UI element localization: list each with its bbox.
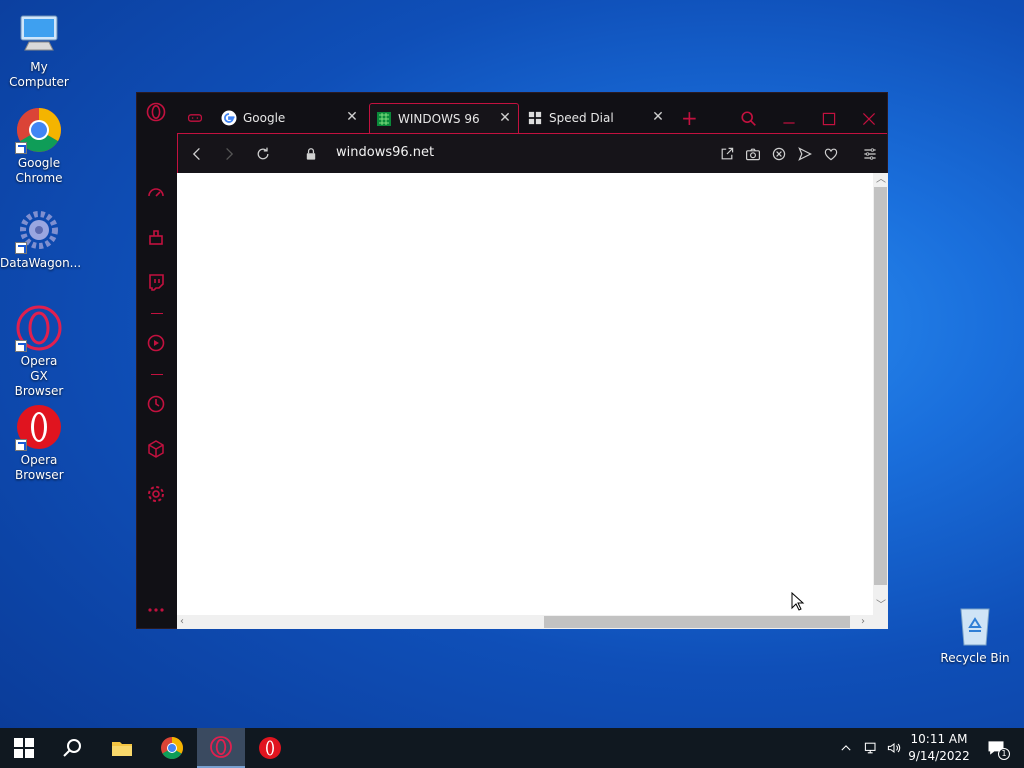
desktop-icon-label: Google Chrome	[15, 156, 63, 185]
tab-speed-dial[interactable]: Speed Dial ✕	[521, 103, 671, 133]
clock-date: 9/14/2022	[908, 749, 970, 763]
chrome-icon	[15, 106, 63, 154]
notification-count-badge: 1	[998, 748, 1010, 760]
tab-windows-96[interactable]: WINDOWS 96 ✕	[369, 103, 519, 133]
gx-corner-tab-icon[interactable]	[181, 103, 211, 133]
taskbar-opera-gx-icon[interactable]	[197, 728, 245, 768]
opera-icon	[15, 403, 63, 451]
horizontal-scrollbar[interactable]: ‹ ›	[177, 615, 888, 629]
sidebar-separator	[151, 313, 163, 314]
volume-icon[interactable]	[884, 738, 904, 758]
desktop-icon-label: Opera GX Browser	[14, 354, 64, 398]
player-icon[interactable]	[145, 332, 167, 354]
close-window-icon[interactable]	[855, 107, 883, 131]
scroll-right-icon[interactable]: ›	[861, 616, 865, 628]
page-content[interactable]	[177, 173, 873, 615]
gear-cluster-icon	[15, 206, 63, 254]
desktop-icon-label: Opera Browser	[15, 453, 64, 482]
tab-label: Google	[243, 111, 286, 125]
vertical-scroll-thumb[interactable]	[874, 187, 887, 585]
desktop-icon-label: Recycle Bin	[940, 651, 1010, 665]
tab-label: Speed Dial	[549, 111, 614, 125]
share-icon[interactable]	[716, 143, 738, 165]
sidebar	[137, 93, 177, 628]
shortcut-arrow-icon	[15, 142, 27, 154]
tab-bar: Google ✕ WINDOWS 96 ✕ Speed Dial ✕ +	[177, 101, 887, 133]
desktop-icon-recycle-bin[interactable]: Recycle Bin	[936, 601, 1014, 666]
computer-icon	[15, 10, 63, 58]
opera-gx-icon	[15, 304, 63, 352]
google-favicon-icon	[221, 110, 237, 126]
opera-gx-menu-icon[interactable]	[145, 101, 167, 123]
gx-cleaner-icon[interactable]	[145, 226, 167, 248]
lock-icon[interactable]	[300, 143, 322, 165]
desktop-icon-google-chrome[interactable]: Google Chrome	[0, 106, 78, 186]
sidebar-separator	[151, 374, 163, 375]
tab-close-icon[interactable]: ✕	[651, 110, 665, 124]
tab-close-icon[interactable]: ✕	[345, 110, 359, 124]
desktop-icon-datawagon[interactable]: DataWagon...	[0, 206, 82, 271]
show-hidden-icons-chevron-icon[interactable]	[836, 738, 856, 758]
file-explorer-icon[interactable]	[98, 728, 146, 768]
twitch-icon[interactable]	[145, 271, 167, 293]
maximize-icon[interactable]	[815, 107, 843, 131]
address-bar: windows96.net	[177, 133, 887, 173]
recycle-bin-icon	[951, 601, 999, 649]
tab-google[interactable]: Google ✕	[215, 103, 365, 133]
reload-icon[interactable]	[252, 143, 274, 165]
shortcut-arrow-icon	[15, 242, 27, 254]
extensions-icon[interactable]	[145, 438, 167, 460]
desktop-icon-opera-gx[interactable]: Opera GX Browser	[0, 304, 78, 399]
more-options-icon[interactable]	[145, 599, 167, 621]
speed-dial-grid-icon	[527, 110, 543, 126]
taskbar-chrome-icon[interactable]	[148, 728, 196, 768]
search-icon[interactable]	[48, 728, 96, 768]
back-icon[interactable]	[186, 143, 208, 165]
history-icon[interactable]	[145, 393, 167, 415]
vertical-scrollbar[interactable]: ︿ ﹀	[873, 173, 888, 615]
tab-label: WINDOWS 96	[398, 111, 480, 126]
shortcut-arrow-icon	[15, 439, 27, 451]
easy-setup-icon[interactable]	[859, 143, 881, 165]
desktop-icon-opera[interactable]: Opera Browser	[0, 403, 78, 483]
clock-time: 10:11 AM	[910, 732, 968, 746]
action-center-icon[interactable]: 1	[982, 738, 1010, 760]
taskbar: 10:11 AM 9/14/2022 1	[0, 728, 1024, 768]
mouse-cursor-icon	[791, 591, 805, 612]
taskbar-opera-icon[interactable]	[246, 728, 294, 768]
scroll-up-icon[interactable]: ︿	[876, 174, 886, 186]
scroll-down-icon[interactable]: ﹀	[876, 600, 886, 612]
minimize-icon[interactable]	[775, 107, 803, 131]
tab-close-icon[interactable]: ✕	[498, 111, 512, 125]
desktop-icon-my-computer[interactable]: My Computer	[0, 10, 78, 90]
windows96-favicon-icon	[376, 111, 392, 127]
opera-gx-window: Google ✕ WINDOWS 96 ✕ Speed Dial ✕ + win…	[136, 92, 888, 629]
send-icon[interactable]	[794, 143, 816, 165]
shortcut-arrow-icon	[15, 340, 27, 352]
search-tabs-icon[interactable]	[735, 107, 763, 131]
gx-control-icon[interactable]	[145, 181, 167, 203]
bookmark-heart-icon[interactable]	[820, 143, 842, 165]
url-field[interactable]: windows96.net	[336, 145, 434, 160]
start-button[interactable]	[0, 728, 48, 768]
snapshot-camera-icon[interactable]	[742, 143, 764, 165]
network-icon[interactable]	[861, 738, 881, 758]
system-clock[interactable]: 10:11 AM 9/14/2022	[906, 731, 972, 765]
desktop-icon-label: DataWagon...	[0, 256, 82, 270]
scroll-left-icon[interactable]: ‹	[180, 616, 184, 628]
horizontal-scroll-thumb[interactable]	[544, 616, 850, 628]
block-ads-icon[interactable]	[768, 143, 790, 165]
forward-icon[interactable]	[218, 143, 240, 165]
new-tab-button[interactable]: +	[675, 103, 699, 133]
settings-gear-icon[interactable]	[145, 483, 167, 505]
desktop-icon-label: My Computer	[9, 60, 69, 89]
